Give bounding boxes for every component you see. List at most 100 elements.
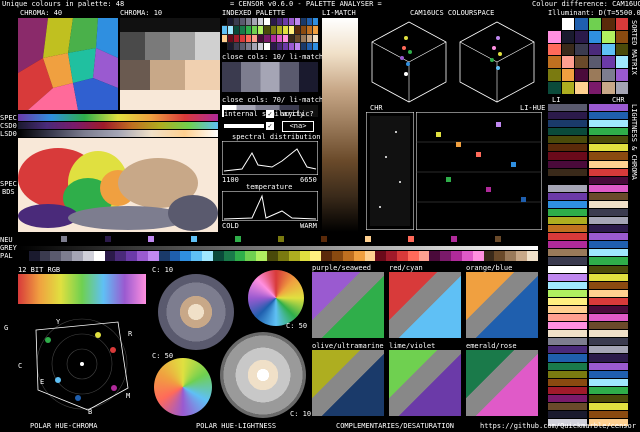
lc-bar-row bbox=[548, 136, 628, 144]
lc-bar-row bbox=[548, 378, 628, 386]
spec-stripe bbox=[18, 114, 218, 121]
palette-swatch bbox=[212, 251, 224, 261]
lc-bar-row bbox=[548, 249, 628, 257]
indexed-cell bbox=[252, 18, 258, 26]
matrix-cell bbox=[561, 18, 574, 30]
matrix-cell bbox=[602, 43, 615, 56]
chroma-10-label: CHROMA: 10 bbox=[120, 9, 163, 17]
similarity-bar bbox=[224, 124, 264, 128]
li-hue-plot bbox=[416, 112, 542, 230]
spec-label: SPEC bbox=[0, 114, 17, 122]
lightness-chroma-label: LIGHTNESS & CHROMA bbox=[630, 104, 638, 180]
chr-column-label: CHR bbox=[612, 96, 625, 104]
palette-swatch bbox=[418, 251, 430, 261]
palette-swatch bbox=[18, 251, 29, 261]
complementary-pair-label: red/cyan bbox=[389, 264, 423, 272]
spec2-label: SPEC bbox=[0, 180, 17, 188]
polar-disc-light bbox=[154, 358, 212, 416]
indexed-cell bbox=[264, 42, 270, 50]
neutral-swatch bbox=[408, 236, 414, 242]
neutral-swatch bbox=[18, 236, 24, 242]
matrix-cell bbox=[602, 56, 615, 69]
matrix-cell bbox=[548, 43, 561, 56]
indexed-cell bbox=[258, 42, 264, 50]
indexed-cell bbox=[228, 26, 234, 34]
palette-swatch bbox=[234, 251, 246, 261]
palette-swatch bbox=[407, 251, 419, 261]
palette-swatch bbox=[82, 251, 94, 261]
polar-disc-hue bbox=[248, 270, 304, 326]
indexed-cell bbox=[252, 42, 258, 50]
lc-bar-row bbox=[548, 217, 628, 225]
palette-swatch bbox=[277, 251, 289, 261]
indexed-cell bbox=[294, 26, 300, 34]
csd0-label: CSD0 bbox=[0, 122, 17, 130]
indexed-cell bbox=[222, 18, 228, 26]
lc-bar-row bbox=[548, 330, 628, 338]
indexed-cell bbox=[294, 34, 300, 42]
neutral-swatch bbox=[61, 236, 68, 242]
matrix-cell bbox=[548, 56, 561, 69]
matrix-cell bbox=[561, 30, 574, 43]
indexed-cell bbox=[288, 18, 294, 26]
palette-swatch bbox=[115, 251, 127, 261]
indexed-cell bbox=[228, 34, 234, 42]
hex-label-c: C bbox=[18, 362, 23, 370]
spectral-max-label: 6650 bbox=[300, 176, 317, 184]
internal-similarity-checkbox[interactable]: ✓ bbox=[266, 110, 274, 118]
complementary-pair-swatch bbox=[466, 350, 538, 416]
palette-swatch bbox=[137, 251, 148, 261]
neutral-swatch bbox=[321, 236, 328, 242]
chroma-10-plot bbox=[120, 18, 220, 110]
lc-bar-row bbox=[548, 128, 628, 136]
matrix-cell bbox=[588, 69, 601, 82]
palette-swatch bbox=[505, 251, 517, 261]
header-bar: Unique colours in palette: 48 = CENSOR v… bbox=[0, 0, 640, 9]
lc-bar-row bbox=[548, 394, 628, 402]
matrix-cell bbox=[561, 82, 574, 94]
colourspace-label: CAM16UCS COLOURSPACE bbox=[410, 9, 495, 17]
li-hue-label: LI-HUE bbox=[520, 104, 546, 112]
palette-swatch bbox=[191, 251, 203, 261]
palette-swatch bbox=[299, 251, 311, 261]
na-button[interactable]: <na> bbox=[282, 121, 314, 132]
matrix-cell bbox=[548, 69, 561, 82]
li-match-label: LI-MATCH bbox=[322, 9, 356, 17]
palette-swatch bbox=[180, 251, 192, 261]
lc-bar-row bbox=[548, 257, 628, 265]
palette-swatch bbox=[72, 251, 83, 261]
complementary-pair-swatch bbox=[389, 272, 461, 338]
temperature-chart bbox=[222, 191, 318, 221]
palette-swatch bbox=[526, 251, 538, 261]
complementary-pair-label: orange/blue bbox=[466, 264, 513, 272]
github-url-link[interactable]: https://github.com/Quickmarble/censor bbox=[480, 422, 636, 430]
c50-left-label: C: 50 bbox=[152, 352, 174, 360]
lc-bar-row bbox=[548, 370, 628, 378]
palette-swatch bbox=[451, 251, 462, 261]
palette-swatch bbox=[375, 251, 387, 261]
hex-label-b: B bbox=[88, 408, 93, 416]
lc-bar-row bbox=[548, 410, 628, 419]
c10-top-label: C: 10 bbox=[152, 266, 174, 274]
pal-label: PAL bbox=[0, 252, 13, 260]
li-column-label: LI bbox=[552, 96, 561, 104]
indexed-cell bbox=[276, 18, 282, 26]
matrix-cell bbox=[588, 43, 601, 56]
matrix-cell bbox=[615, 30, 628, 43]
palette-swatch bbox=[93, 251, 105, 261]
neutral-swatch bbox=[494, 236, 501, 242]
lc-bar-row bbox=[548, 200, 628, 209]
palette-swatch bbox=[461, 251, 473, 261]
c50-right-label: C: 50 bbox=[286, 322, 308, 330]
lc-bar-row bbox=[548, 281, 628, 289]
lc-bar-row bbox=[548, 386, 628, 394]
acyclic-checkbox[interactable]: ✓ bbox=[266, 122, 274, 130]
indexed-cell bbox=[270, 34, 276, 42]
cold-label: COLD bbox=[222, 222, 239, 230]
complementary-pair-label: emerald/rose bbox=[466, 342, 517, 350]
matrix-cell bbox=[575, 69, 588, 82]
matrix-cell bbox=[615, 56, 628, 69]
lc-bar-row bbox=[548, 160, 628, 168]
matrix-cell bbox=[588, 30, 601, 43]
lc-bar-row bbox=[548, 362, 628, 370]
